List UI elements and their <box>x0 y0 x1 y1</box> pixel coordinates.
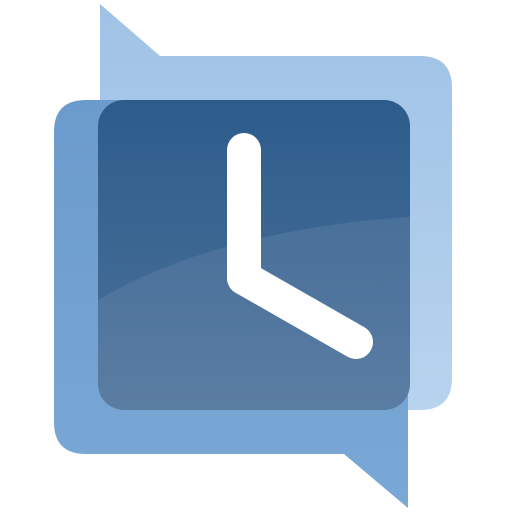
clock-chat-icon <box>54 4 452 508</box>
app-icon <box>0 0 512 512</box>
